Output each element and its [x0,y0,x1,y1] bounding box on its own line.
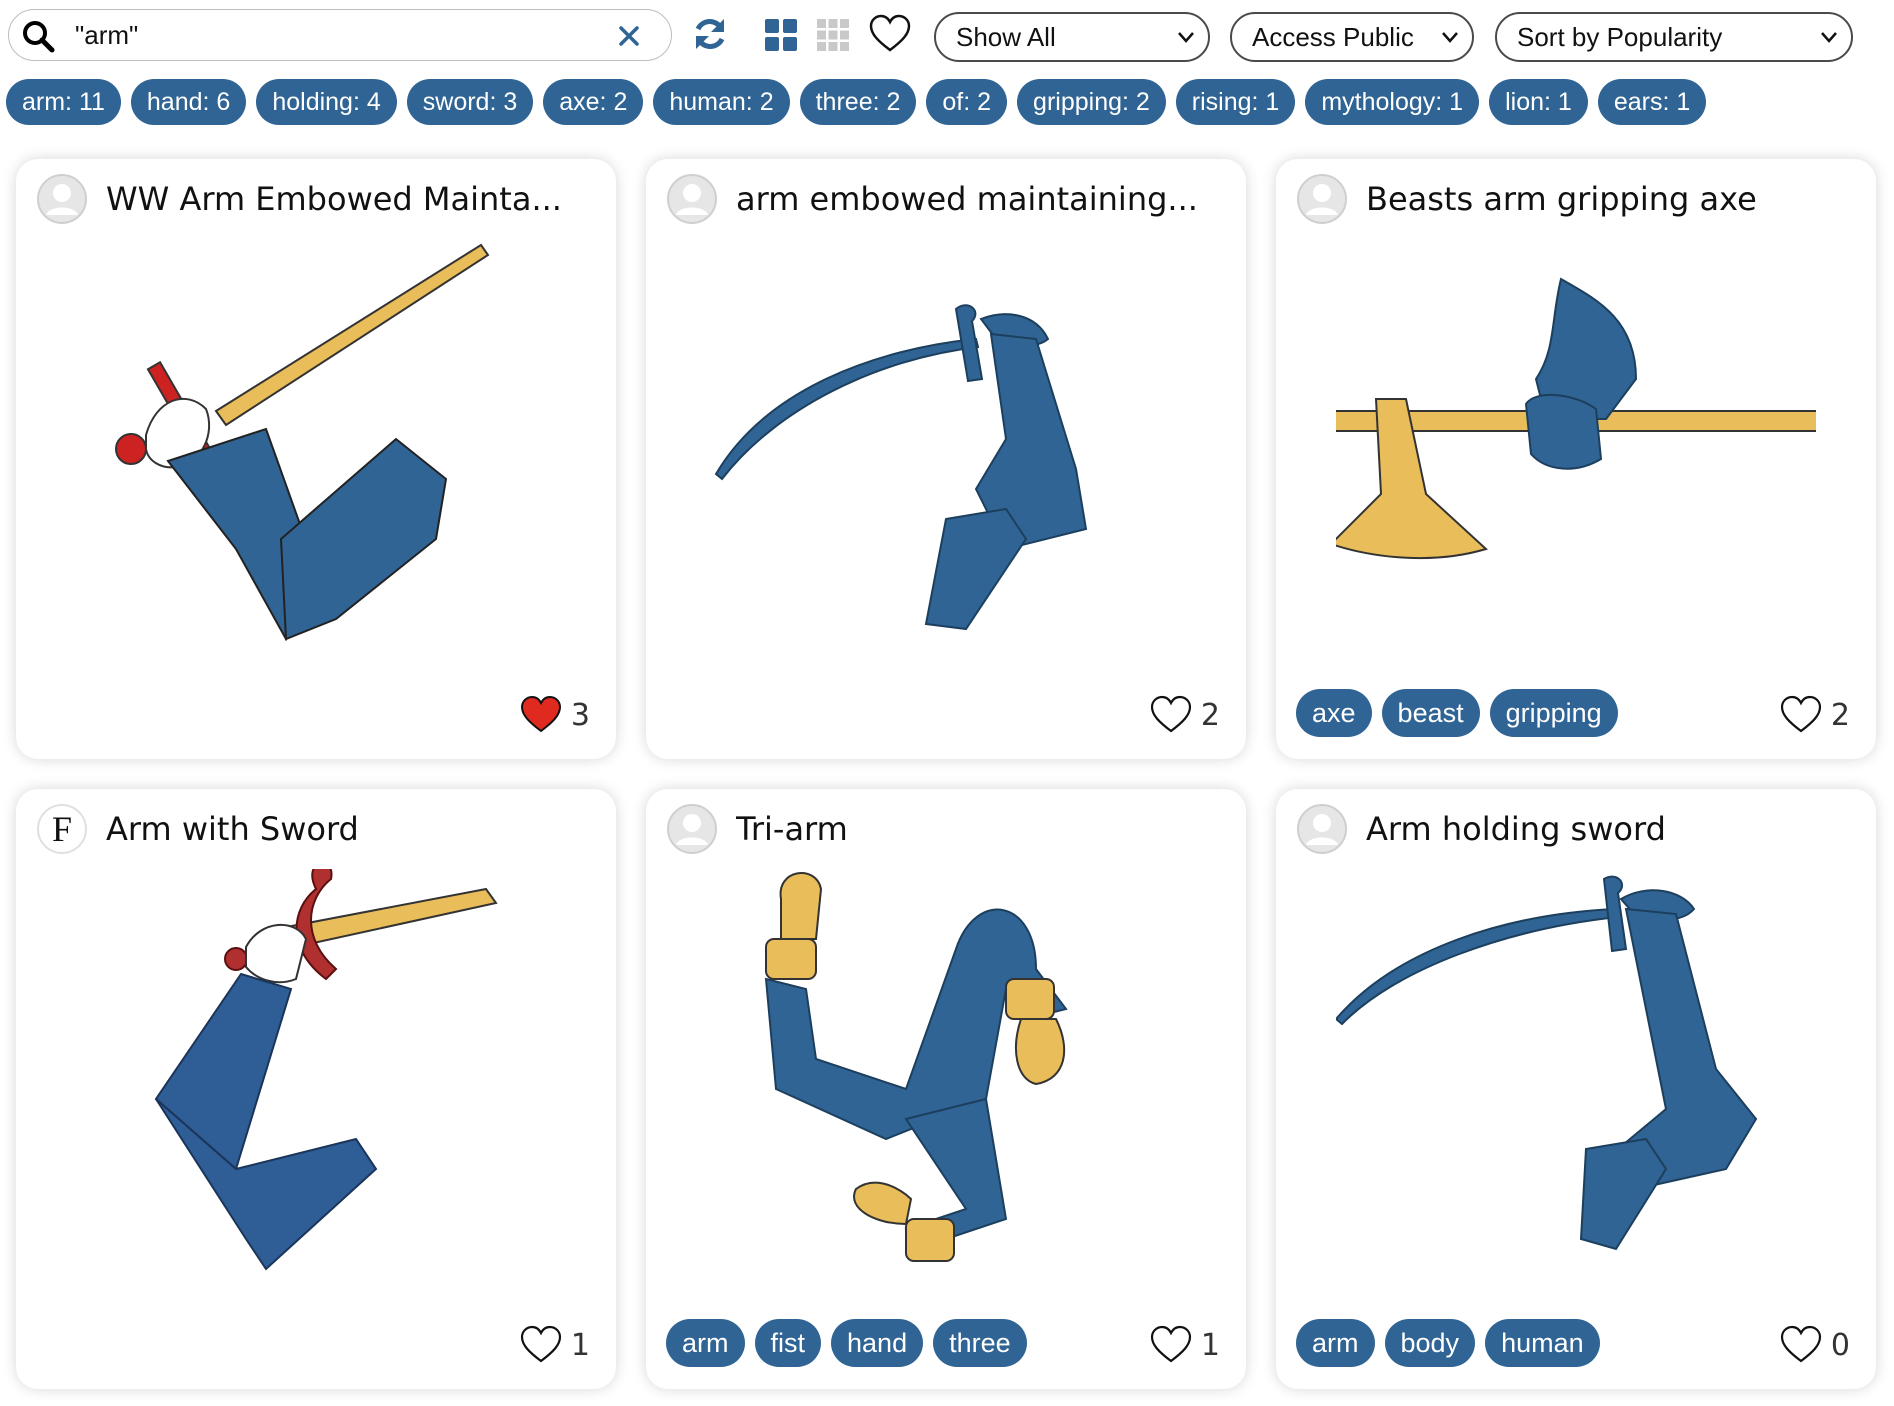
card-title: WW Arm Embowed Mainta... [106,180,562,218]
arm-sword-image [115,243,490,642]
tag-filter-pill[interactable]: rising: 1 [1175,79,1296,125]
beast-arm-axe-image [1336,277,1816,560]
heart-outline-icon [1780,695,1822,733]
card-tags: arm body human [1296,1319,1600,1367]
card-tags: axe beast gripping [1296,689,1618,737]
like-button[interactable]: 2 [1779,695,1850,735]
toolbar: Show All Access Public Sort by Popularit… [0,0,1894,72]
tag-pill[interactable]: arm [666,1319,745,1367]
refresh-icon[interactable] [690,14,730,54]
access-filter-select[interactable]: Access Public [1230,12,1474,62]
tag-filter-pill[interactable]: mythology: 1 [1305,79,1480,125]
tag-filter-bar: arm: 11 hand: 6 holding: 4 sword: 3 axe:… [6,79,1707,127]
user-avatar-icon [667,804,717,854]
tag-filter-pill[interactable]: human: 2 [653,79,790,125]
tag-pill[interactable]: body [1384,1319,1476,1367]
heart-outline-icon [1150,695,1192,733]
arm-holding-sword-image [1336,875,1758,1251]
tag-filter-pill[interactable]: lion: 1 [1489,79,1588,125]
like-count: 1 [1200,1327,1220,1363]
like-button[interactable]: 1 [519,1325,590,1365]
armored-arm-sword-image [154,869,498,1271]
search-icon[interactable] [21,19,55,53]
tag-filter-pill[interactable]: arm: 11 [6,79,121,125]
tag-pill[interactable]: arm [1296,1319,1375,1367]
chevron-down-icon [1178,32,1194,43]
like-button[interactable]: 1 [1149,1325,1220,1365]
heart-outline-icon [1150,1325,1192,1363]
card-title: arm embowed maintaining... [736,180,1198,218]
heart-outline-icon[interactable] [868,12,912,56]
access-filter-label: Access Public [1252,22,1414,52]
tag-pill[interactable]: gripping [1489,689,1618,737]
tag-pill[interactable]: fist [754,1319,822,1367]
tag-filter-pill[interactable]: ears: 1 [1597,79,1707,125]
card-title: Arm with Sword [106,810,359,848]
sort-label: Sort by Popularity [1517,22,1723,52]
image-card[interactable]: arm embowed maintaining... 2 [646,159,1246,759]
heart-outline-icon [520,1325,562,1363]
card-title: Tri-arm [736,810,848,848]
show-filter-select[interactable]: Show All [934,12,1210,62]
tag-pill[interactable]: hand [831,1319,924,1367]
tag-filter-pill[interactable]: sword: 3 [406,79,534,125]
search-box[interactable] [8,9,672,61]
user-avatar-icon [667,174,717,224]
card-tags: arm fist hand three [666,1319,1027,1367]
arm-scimitar-image [714,304,1088,631]
image-card[interactable]: WW Arm Embowed Mainta... 3 [16,159,616,759]
like-button[interactable]: 3 [519,695,590,735]
tag-filter-pill[interactable]: axe: 2 [543,79,644,125]
like-count: 0 [1830,1327,1850,1363]
grid-small-icon[interactable] [816,18,850,52]
chevron-down-icon [1442,32,1458,43]
user-avatar-logo: F [37,804,87,854]
user-avatar-icon [37,174,87,224]
heart-outline-icon [1780,1325,1822,1363]
tag-filter-pill[interactable]: gripping: 2 [1017,79,1166,125]
tag-filter-pill[interactable]: holding: 4 [256,79,397,125]
avatar-letter: F [52,809,72,849]
user-avatar-icon [1297,174,1347,224]
user-avatar-icon [1297,804,1347,854]
like-count: 1 [570,1327,590,1363]
like-count: 2 [1200,697,1220,733]
clear-icon[interactable] [617,24,641,48]
tri-arm-image [764,872,1068,1262]
tag-filter-pill[interactable]: hand: 6 [130,79,247,125]
tag-pill[interactable]: human [1485,1319,1600,1367]
grid-large-icon[interactable] [764,18,798,52]
tag-pill[interactable]: beast [1381,689,1480,737]
like-count: 3 [570,697,590,733]
tag-pill[interactable]: axe [1296,689,1372,737]
like-count: 2 [1830,697,1850,733]
sort-select[interactable]: Sort by Popularity [1495,12,1853,62]
image-card[interactable]: Tri-arm arm fist hand three 1 [646,789,1246,1389]
image-card[interactable]: Beasts arm gripping axe axe beast grippi… [1276,159,1876,759]
search-input[interactable] [75,18,595,52]
chevron-down-icon [1821,32,1837,43]
image-card[interactable]: F Arm with Sword 1 [16,789,616,1389]
card-title: Beasts arm gripping axe [1366,180,1757,218]
show-filter-label: Show All [956,22,1056,52]
tag-pill[interactable]: three [933,1319,1027,1367]
like-button[interactable]: 0 [1779,1325,1850,1365]
card-title: Arm holding sword [1366,810,1666,848]
image-card[interactable]: Arm holding sword arm body human 0 [1276,789,1876,1389]
like-button[interactable]: 2 [1149,695,1220,735]
tag-filter-pill[interactable]: three: 2 [799,79,917,125]
heart-filled-icon [520,695,561,733]
tag-filter-pill[interactable]: of: 2 [926,79,1008,125]
